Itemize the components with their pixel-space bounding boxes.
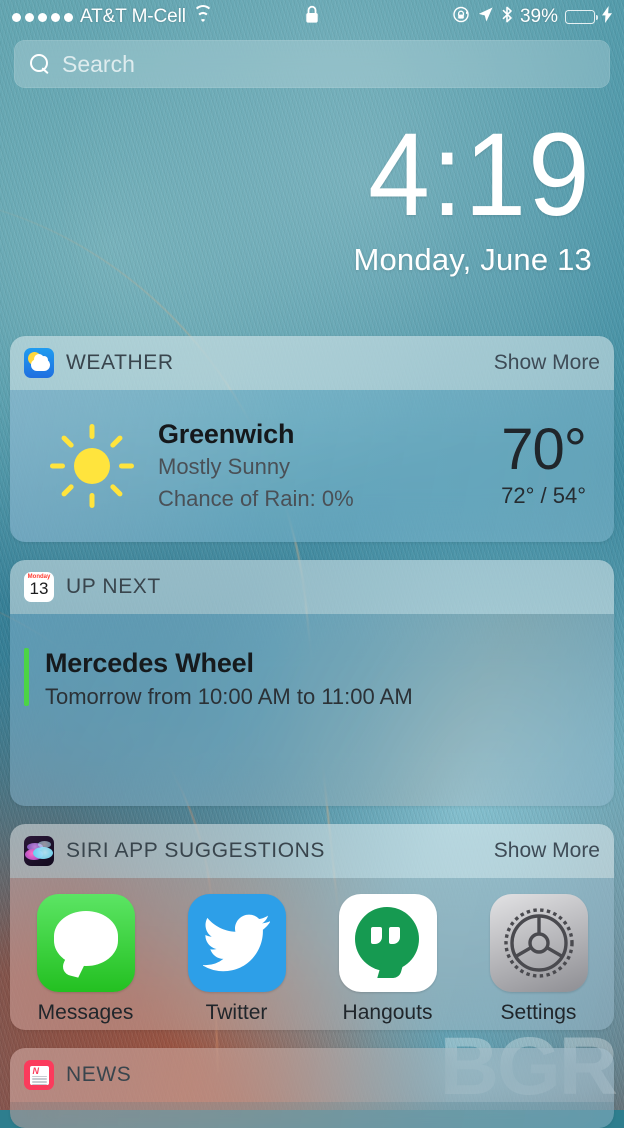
battery-icon	[565, 10, 598, 24]
rotation-lock-icon	[453, 6, 470, 29]
app-suggestion-twitter[interactable]: Twitter	[161, 894, 312, 1025]
weather-current-temperature: 70°	[501, 416, 587, 482]
sun-ray	[89, 424, 95, 439]
bluetooth-icon	[501, 5, 513, 30]
weather-app-icon	[24, 348, 54, 378]
app-label-hangouts: Hangouts	[342, 1001, 433, 1024]
wifi-icon	[192, 4, 213, 25]
widget-news-title: NEWS	[66, 1063, 132, 1086]
carrier-label: AT&T M-Cell	[80, 6, 186, 27]
lock-icon	[305, 5, 320, 30]
widget-up-next[interactable]: Monday 13 UP NEXT Mercedes Wheel Tomorro…	[10, 560, 614, 806]
widget-weather-body: Greenwich Mostly Sunny Chance of Rain: 0…	[10, 390, 614, 542]
twitter-app-icon[interactable]	[187, 894, 286, 992]
widget-news[interactable]: N NEWS	[10, 1048, 614, 1128]
news-app-icon: N	[24, 1060, 54, 1090]
widget-weather[interactable]: WEATHER Show More Greenwich Mostly Sunny…	[10, 336, 614, 542]
hangouts-app-icon[interactable]	[338, 894, 437, 992]
sun-ray	[109, 483, 124, 498]
weather-show-more-button[interactable]: Show More	[494, 351, 600, 375]
calendar-app-icon: Monday 13	[24, 572, 54, 602]
status-bar-right: 39%	[453, 5, 612, 30]
clock-time: 4:19	[368, 109, 592, 241]
status-bar-left: AT&T M-Cell	[12, 4, 213, 28]
settings-app-icon[interactable]	[489, 894, 588, 992]
weather-high-low: 72° / 54°	[501, 483, 586, 509]
widget-siri-header: SIRI APP SUGGESTIONS Show More	[10, 824, 614, 878]
search-icon	[30, 54, 50, 74]
event-time: Tomorrow from 10:00 AM to 11:00 AM	[45, 684, 413, 709]
messages-app-icon[interactable]	[36, 894, 135, 992]
search-input[interactable]: Search	[14, 40, 610, 88]
lockscreen-clock: 4:19 Monday, June 13	[353, 109, 592, 278]
signal-dot	[38, 12, 47, 22]
widget-siri-body: Messages Twitter Hangouts Settings	[10, 878, 614, 1030]
app-label-messages: Messages	[37, 1001, 134, 1024]
signal-dot	[64, 12, 73, 22]
event-text-block: Mercedes Wheel Tomorrow from 10:00 AM to…	[45, 648, 413, 710]
siri-show-more-button[interactable]: Show More	[494, 839, 600, 863]
widget-up-next-title: UP NEXT	[66, 575, 161, 598]
battery-percentage: 39%	[519, 6, 558, 27]
clock-date: Monday, June 13	[353, 241, 592, 277]
search-placeholder: Search	[62, 50, 135, 77]
widget-weather-title: WEATHER	[66, 351, 174, 374]
widget-siri-title: SIRI APP SUGGESTIONS	[66, 839, 326, 862]
event-color-bar	[24, 648, 29, 706]
widget-up-next-body: Mercedes Wheel Tomorrow from 10:00 AM to…	[10, 614, 614, 806]
signal-dot	[12, 12, 21, 22]
status-bar: AT&T M-Cell 39%	[0, 0, 624, 34]
sun-ray	[89, 493, 95, 508]
widget-siri-app-suggestions[interactable]: SIRI APP SUGGESTIONS Show More Messages …	[10, 824, 614, 1030]
sun-ray	[60, 434, 75, 449]
sun-ray	[50, 463, 65, 469]
widget-news-header: N NEWS	[10, 1048, 614, 1102]
location-arrow-icon	[477, 6, 494, 29]
calendar-icon-day: 13	[29, 579, 49, 598]
event-title: Mercedes Wheel	[45, 648, 254, 678]
signal-dot	[51, 12, 60, 22]
sun-ray	[109, 434, 124, 449]
sun-ray	[60, 483, 75, 498]
app-label-twitter: Twitter	[205, 1001, 268, 1024]
weather-temperature-block: 70° 72° / 54°	[501, 416, 592, 510]
weather-city: Greenwich	[158, 419, 295, 450]
widget-up-next-header: Monday 13 UP NEXT	[10, 560, 614, 614]
lightning-bolt-icon	[602, 5, 612, 29]
weather-rain-chance: Chance of Rain: 0%	[158, 485, 354, 511]
app-suggestion-settings[interactable]: Settings	[463, 894, 614, 1025]
widget-news-body	[10, 1102, 614, 1128]
siri-app-icon	[24, 836, 54, 866]
sun-icon	[32, 424, 152, 508]
app-suggestion-hangouts[interactable]: Hangouts	[312, 894, 463, 1025]
app-label-settings: Settings	[500, 1001, 577, 1024]
signal-strength-dots	[12, 12, 73, 22]
today-view-widget-list: WEATHER Show More Greenwich Mostly Sunny…	[10, 336, 614, 1128]
app-suggestion-messages[interactable]: Messages	[10, 894, 161, 1025]
signal-dot	[25, 12, 34, 22]
calendar-event-item[interactable]: Mercedes Wheel Tomorrow from 10:00 AM to…	[24, 648, 614, 710]
widget-weather-header: WEATHER Show More	[10, 336, 614, 390]
sun-ray	[119, 463, 134, 469]
weather-text-block: Greenwich Mostly Sunny Chance of Rain: 0…	[152, 419, 501, 512]
weather-condition: Mostly Sunny	[158, 454, 291, 480]
